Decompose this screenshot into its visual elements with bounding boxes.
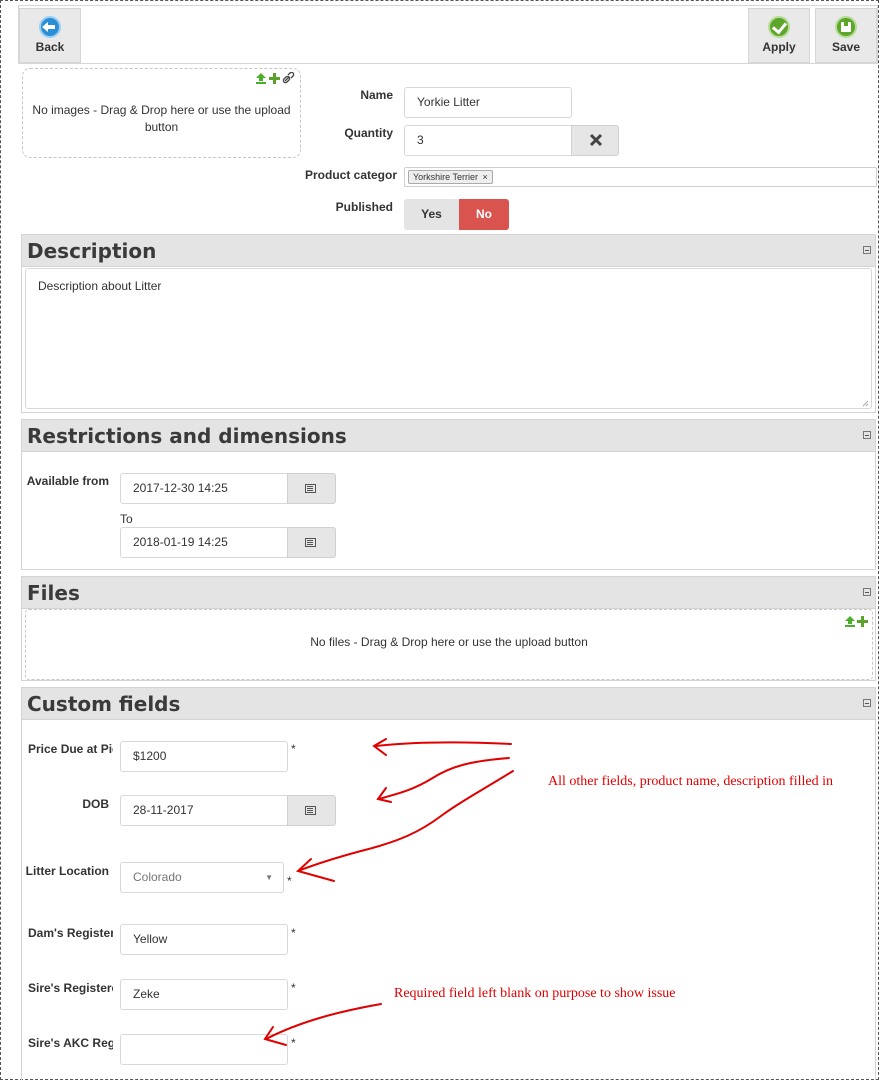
category-label: Product categor bbox=[304, 168, 397, 182]
upload-icon[interactable] bbox=[845, 616, 855, 627]
sire-input[interactable]: Zeke bbox=[120, 979, 288, 1010]
required-mark: * bbox=[291, 1036, 296, 1050]
quantity-label: Quantity bbox=[344, 126, 393, 140]
annotation-note-blank: Required field left blank on purpose to … bbox=[394, 986, 676, 1001]
required-mark: * bbox=[291, 926, 296, 940]
akc-input[interactable] bbox=[120, 1034, 288, 1065]
close-icon bbox=[589, 133, 603, 147]
available-to-input[interactable]: 2018-01-19 14:25 bbox=[120, 527, 288, 558]
location-value: Colorado bbox=[133, 870, 182, 884]
akc-label: Sire's AKC Regis bbox=[28, 1036, 113, 1050]
quantity-input[interactable]: 3 bbox=[404, 125, 572, 156]
back-button[interactable]: Back bbox=[19, 8, 81, 63]
add-icon[interactable] bbox=[269, 73, 280, 84]
price-input[interactable]: $1200 bbox=[120, 741, 288, 772]
quantity-clear-button[interactable] bbox=[571, 125, 619, 156]
collapse-icon[interactable] bbox=[863, 246, 871, 254]
published-label: Published bbox=[335, 200, 393, 214]
tag-remove-icon[interactable]: × bbox=[483, 172, 488, 182]
calendar-icon bbox=[305, 538, 316, 547]
page-frame: Back Apply Save No images - Drag & Drop … bbox=[0, 0, 879, 1080]
price-label: Price Due at Pic bbox=[28, 742, 113, 756]
available-from-label: Available from bbox=[26, 474, 109, 488]
category-tag: Yorkshire Terrier × bbox=[408, 170, 493, 184]
dob-calendar-button[interactable] bbox=[287, 795, 336, 826]
floppy-disk-icon bbox=[835, 16, 857, 38]
calendar-icon bbox=[305, 484, 316, 493]
published-yes-button[interactable]: Yes bbox=[404, 199, 459, 230]
dam-label: Dam's Registere bbox=[28, 926, 113, 940]
restrictions-title: Restrictions and dimensions bbox=[27, 424, 347, 448]
description-panel: Description Description about Litter bbox=[21, 234, 876, 413]
files-header: Files bbox=[22, 577, 875, 609]
files-dropzone-text: No files - Drag & Drop here or use the u… bbox=[310, 635, 588, 649]
toolbar: Back Apply Save bbox=[18, 5, 878, 63]
files-upload-icons bbox=[845, 616, 868, 627]
required-mark: * bbox=[291, 742, 296, 756]
apply-label: Apply bbox=[762, 40, 796, 54]
available-from-input[interactable]: 2017-12-30 14:25 bbox=[120, 473, 288, 504]
restrictions-header: Restrictions and dimensions bbox=[22, 420, 875, 452]
annotation-note-filled: All other fields, product name, descript… bbox=[548, 774, 833, 789]
custom-fields-header: Custom fields bbox=[22, 688, 875, 720]
published-no-button[interactable]: No bbox=[459, 199, 509, 230]
category-select[interactable]: Yorkshire Terrier × bbox=[404, 167, 877, 187]
dob-input[interactable]: 28-11-2017 bbox=[120, 795, 288, 826]
files-title: Files bbox=[27, 581, 80, 605]
save-label: Save bbox=[831, 40, 861, 54]
dam-input[interactable]: Yellow bbox=[120, 924, 288, 955]
back-arrow-icon bbox=[39, 16, 61, 38]
link-icon[interactable] bbox=[282, 72, 295, 84]
custom-fields-title: Custom fields bbox=[27, 692, 181, 716]
to-calendar-button[interactable] bbox=[287, 527, 336, 558]
from-calendar-button[interactable] bbox=[287, 473, 336, 504]
name-input[interactable]: Yorkie Litter bbox=[404, 87, 572, 118]
required-mark: * bbox=[287, 874, 292, 888]
add-icon[interactable] bbox=[857, 616, 868, 627]
collapse-icon[interactable] bbox=[863, 699, 871, 707]
sire-label: Sire's Registered bbox=[28, 981, 113, 995]
dropdown-arrow-icon: ▼ bbox=[265, 873, 273, 882]
name-label: Name bbox=[360, 88, 393, 102]
calendar-icon bbox=[305, 806, 316, 815]
image-upload-icons bbox=[256, 72, 295, 84]
category-tag-label: Yorkshire Terrier bbox=[413, 172, 479, 182]
collapse-icon[interactable] bbox=[863, 431, 871, 439]
checkmark-icon bbox=[768, 16, 790, 38]
to-label: To bbox=[120, 512, 133, 526]
back-label: Back bbox=[35, 40, 65, 54]
image-dropzone-text: No images - Drag & Drop here or use the … bbox=[32, 103, 291, 134]
files-dropzone[interactable]: No files - Drag & Drop here or use the u… bbox=[25, 609, 873, 680]
description-textarea[interactable]: Description about Litter bbox=[25, 268, 872, 409]
location-select[interactable]: Colorado ▼ bbox=[120, 862, 284, 893]
description-text: Description about Litter bbox=[38, 279, 162, 293]
dob-label: DOB bbox=[82, 797, 109, 811]
upload-icon[interactable] bbox=[256, 73, 266, 84]
description-title: Description bbox=[27, 239, 157, 263]
collapse-icon[interactable] bbox=[863, 588, 871, 596]
location-label: Litter Location bbox=[25, 864, 109, 878]
save-button[interactable]: Save bbox=[815, 8, 877, 63]
toolbar-divider bbox=[18, 63, 878, 64]
resize-handle-icon[interactable] bbox=[862, 400, 869, 407]
description-header: Description bbox=[22, 235, 875, 267]
required-mark: * bbox=[291, 981, 296, 995]
apply-button[interactable]: Apply bbox=[748, 8, 810, 63]
